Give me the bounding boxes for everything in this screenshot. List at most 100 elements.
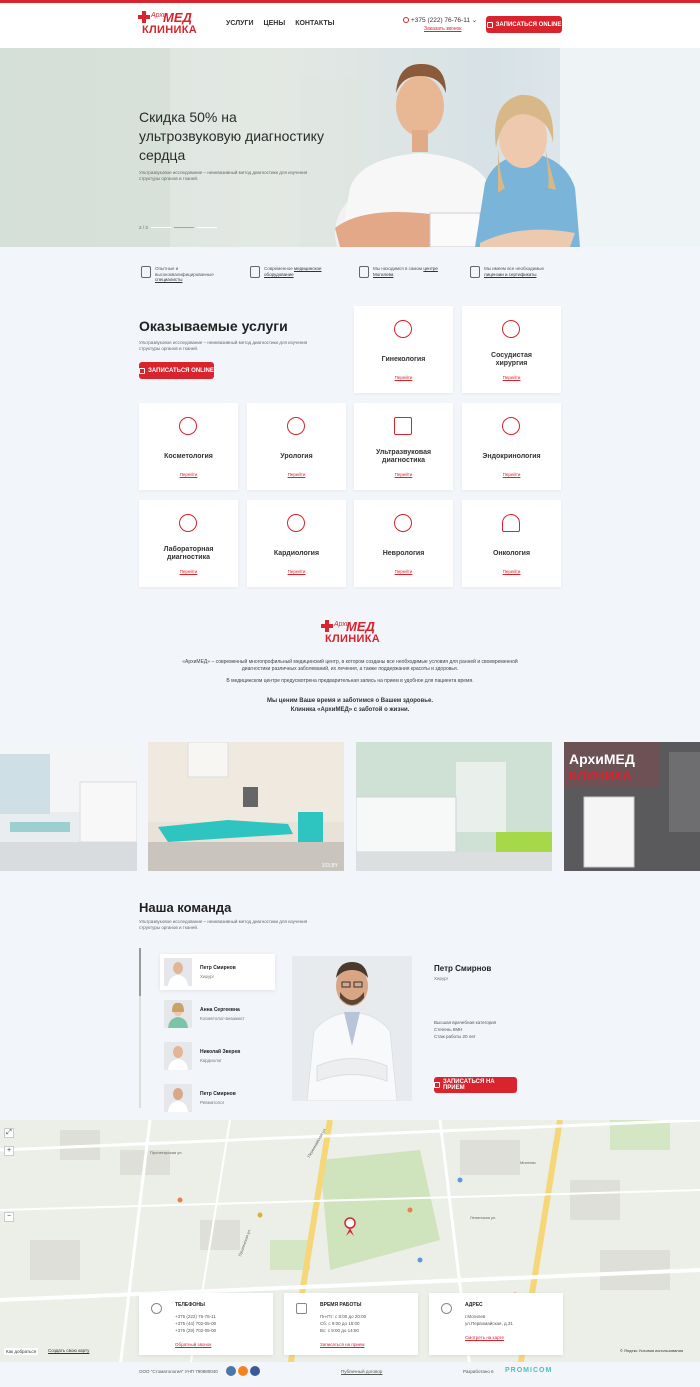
about-motto: Мы ценим Ваше время и заботимся о Вашем … [200,697,500,715]
vk-icon[interactable] [226,1366,236,1376]
equipment-icon [250,266,260,278]
zoom-in-button[interactable]: + [4,1146,14,1156]
service-card-vascular-surgery[interactable]: Сосудистая хирургия Перейти [462,306,561,393]
logo-bottom-text: КЛИНИКА [325,633,380,645]
service-card-neurology[interactable]: Неврология Перейти [354,500,453,587]
service-name: Ультразвуковая диагностика [375,449,432,464]
service-link[interactable]: Перейти [139,472,238,477]
services-subtitle: Ультразвуковое исследование – неинвазивн… [139,340,308,351]
calendar-icon [139,367,146,374]
nav-services[interactable]: УСЛУГИ [226,20,254,27]
location-icon [441,1303,452,1314]
appointment-link[interactable]: Записаться на прием [320,1342,364,1347]
service-link[interactable]: Перейти [354,569,453,574]
clinic-photo-2[interactable]: 103.BY [148,742,344,871]
kidneys-icon [287,417,305,435]
feature-link[interactable]: специалисты [155,277,182,282]
clinic-photo-3[interactable] [356,742,552,871]
footer [0,1362,700,1387]
zoom-out-button[interactable]: − [4,1212,14,1222]
service-name: Онкология [492,550,531,557]
service-card-oncology[interactable]: Онкология Перейти [462,500,561,587]
service-link[interactable]: Перейти [354,375,453,380]
logo[interactable]: Архи МЕД КЛИНИКА [138,10,197,40]
service-link[interactable]: Перейти [462,569,561,574]
feature-text: Мы находимся в самом [373,266,424,271]
fullscreen-icon[interactable]: ⤢ [4,1128,14,1138]
header-phone[interactable]: +375 (222) 76-76-11 ⌄ [403,16,477,24]
avatar [164,1000,192,1028]
thyroid-icon [502,417,520,435]
service-link[interactable]: Перейти [354,472,453,477]
callback-link[interactable]: Обратный звонок [175,1342,211,1347]
nav-prices[interactable]: ЦЕНЫ [264,20,286,27]
team-member-item[interactable]: Анна Сергеевна Косметолог-визажист [160,996,275,1032]
contact-phone-1[interactable]: +375 (222) 76-76-11 [175,1313,216,1320]
service-card-cosmetology[interactable]: Косметология Перейти [139,403,238,490]
slide-dot-3[interactable] [196,226,217,229]
contact-title: ВРЕМЯ РАБОТЫ [320,1302,362,1308]
contact-card-phones: ТЕЛЕФОНЫ +375 (222) 76-76-11 +375 (44) 7… [139,1293,273,1355]
feature-link[interactable]: лицензии и сертификаты [484,272,536,277]
create-map-link[interactable]: Создать свою карту [48,1348,89,1353]
service-card-urology[interactable]: Урология Перейти [247,403,346,490]
service-card-ultrasound[interactable]: Ультразвуковая диагностика Перейти [354,403,453,490]
service-card-endocrinology[interactable]: Эндокринология Перейти [462,403,561,490]
vessels-icon [502,320,520,338]
online-booking-button[interactable]: ЗАПИСАТЬСЯ ONLINE [486,16,562,33]
service-name: Эндокринология [482,453,541,460]
developer-label: Разработано в [463,1369,494,1374]
clinic-room-image [0,742,137,871]
feature-item: Мы находимся в самом центре Могилева [359,266,443,278]
service-link[interactable]: Перейти [139,569,238,574]
services-booking-button[interactable]: ЗАПИСАТЬСЯ ONLINE [139,362,214,379]
yandex-attribution[interactable]: © Яндекс Условия использования [620,1348,683,1353]
developer-logo[interactable]: PROMICOM [505,1367,552,1374]
slide-dot-2[interactable] [173,226,194,229]
phone-number: +375 (222) 76-76-11 [411,17,470,24]
feature-item: Мы имеем все необходимые лицензии и серт… [470,266,554,278]
service-card-cardiology[interactable]: Кардиология Перейти [247,500,346,587]
service-link[interactable]: Перейти [462,472,561,477]
contact-phone-2[interactable]: +375 (44) 702-05-00 [175,1320,216,1327]
member-name: Николай Зверев [200,1049,241,1055]
brain-icon [394,514,412,532]
slider-controls: 2 / 3 [139,225,217,230]
member-role: Кардиолог [200,1058,222,1063]
service-link[interactable]: Перейти [462,375,561,380]
phone-icon [151,1303,162,1314]
team-scrollbar-thumb[interactable] [139,948,141,996]
service-name: Сосудистая хирургия [491,352,532,367]
member-role: Ревматолог [200,1100,225,1105]
appointment-button[interactable]: ЗАПИСАТЬСЯ НА ПРИЕМ [434,1077,517,1093]
team-member-item[interactable]: Николай Зверев Кардиолог [160,1038,275,1074]
selected-doctor-role: Хирург [434,976,449,981]
appointment-label: ЗАПИСАТЬСЯ НА ПРИЕМ [442,1079,495,1091]
facebook-icon[interactable] [250,1366,260,1376]
team-member-item[interactable]: Петр Смирнов Ревматолог [160,1080,275,1116]
view-map-link[interactable]: Смотреть на карте [465,1335,504,1340]
clinic-photo-1[interactable] [0,742,137,871]
team-member-item[interactable]: Петр Смирнов Хирург [160,954,275,990]
callback-link[interactable]: Заказать звонок [424,26,461,32]
hero-subtitle: Ультразвуковое исследование – неинвазивн… [139,170,308,181]
route-link[interactable]: Как добраться [4,1348,39,1355]
slide-dot-1[interactable] [150,226,171,229]
feature-item: Современное медицинское оборудование [250,266,334,278]
service-link[interactable]: Перейти [247,569,346,574]
clinic-photo-4[interactable]: АрхиМЕД КЛИНИКА [564,742,700,871]
contact-phone-3[interactable]: +375 (29) 702-05-00 [175,1327,216,1334]
address-city: г.Могилев [465,1314,486,1319]
service-link[interactable]: Перейти [247,472,346,477]
policy-link[interactable]: Публичный договор [341,1369,382,1374]
service-card-gynecology[interactable]: Гинекология Перейти [354,306,453,393]
team-scrollbar[interactable] [139,948,141,1108]
odnoklassniki-icon[interactable] [238,1366,248,1376]
doctor-badge-icon [141,266,151,278]
selected-doctor-info: Высшая врачебная категория Степень КМН С… [434,1019,496,1040]
member-name: Петр Смирнов [200,965,236,971]
member-name: Петр Смирнов [200,1091,236,1097]
nav-contacts[interactable]: КОНТАКТЫ [295,20,334,27]
service-card-lab-diagnostics[interactable]: Лабораторная диагностика Перейти [139,500,238,587]
svg-text:КЛИНИКА: КЛИНИКА [569,768,632,783]
